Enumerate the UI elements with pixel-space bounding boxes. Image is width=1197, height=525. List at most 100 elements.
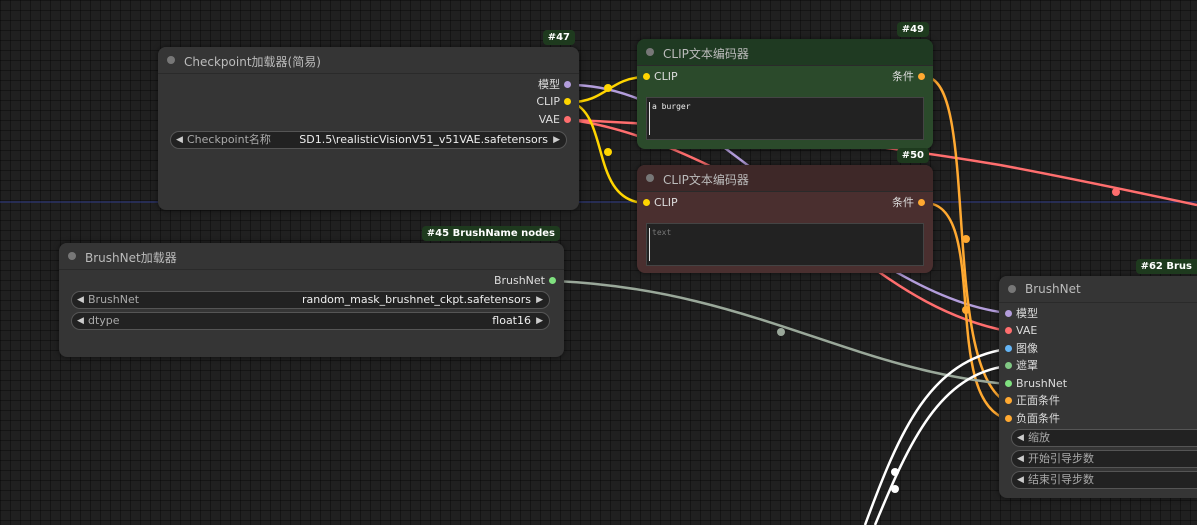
slot-label: 模型 xyxy=(538,78,560,91)
output-slot-model[interactable]: 模型 xyxy=(538,78,571,92)
slot-label: CLIP xyxy=(654,196,678,209)
node-title: BrushNet加载器 xyxy=(85,251,177,265)
arrow-left-icon[interactable]: ◀ xyxy=(77,292,84,308)
link-image xyxy=(863,347,1008,525)
slot-dot-icon xyxy=(1005,414,1012,422)
clip-text-encode-negative-node[interactable]: #50 CLIP文本编码器 CLIP 条件 text xyxy=(637,148,933,273)
node-title-bar[interactable]: CLIP文本编码器 xyxy=(637,39,933,66)
link-clip-midpoint-1 xyxy=(604,84,612,92)
prompt-textarea[interactable]: a burger xyxy=(646,97,924,140)
widget-label: 开始引导步数 xyxy=(1028,452,1094,465)
input-slot-image[interactable]: 图像 xyxy=(1005,342,1038,356)
end-step-widget[interactable]: ◀ 结束引导步数 xyxy=(1011,471,1197,489)
slot-dot-icon xyxy=(564,115,571,123)
collapse-dot-icon[interactable] xyxy=(167,56,175,64)
input-slot-clip[interactable]: CLIP xyxy=(643,70,678,84)
node-title: Checkpoint加载器(简易) xyxy=(184,55,321,69)
dtype-combo[interactable]: ◀ dtype float16 ▶ xyxy=(71,312,550,330)
node-title-bar[interactable]: BrushNet加载器 xyxy=(59,243,564,270)
widget-value: SD1.5\realisticVisionV51_v51VAE.safetens… xyxy=(299,133,548,146)
input-slot-positive[interactable]: 正面条件 xyxy=(1005,394,1060,408)
slot-dot-icon xyxy=(918,72,925,80)
link-clip-neg xyxy=(570,100,645,205)
slot-dot-icon xyxy=(564,97,571,105)
output-slot-conditioning[interactable]: 条件 xyxy=(892,196,925,210)
node-id-badge: #45 BrushName nodes xyxy=(421,226,560,241)
node-title-bar[interactable]: Checkpoint加载器(简易) xyxy=(158,47,579,74)
widget-label: dtype xyxy=(88,314,120,327)
node-id-badge: #50 xyxy=(896,148,929,163)
prompt-text: a burger xyxy=(652,102,691,111)
checkpoint-loader-node[interactable]: #47 Checkpoint加载器(简易) 模型 CLIP VAE ◀ Chec… xyxy=(158,30,579,210)
prompt-textarea[interactable]: text xyxy=(646,223,924,266)
output-slot-conditioning[interactable]: 条件 xyxy=(892,70,925,84)
start-step-widget[interactable]: ◀ 开始引导步数 xyxy=(1011,450,1197,468)
output-slot-clip[interactable]: CLIP xyxy=(536,95,571,109)
node-id-badge: #49 xyxy=(896,22,929,37)
slot-dot-icon xyxy=(643,198,650,206)
input-slot-brushnet[interactable]: BrushNet xyxy=(1005,377,1067,391)
link-clip-midpoint-2 xyxy=(604,148,612,156)
input-slot-model[interactable]: 模型 xyxy=(1005,307,1038,321)
node-id-badge: #62 Brus xyxy=(1135,259,1197,274)
collapse-dot-icon[interactable] xyxy=(646,48,654,56)
text-caret xyxy=(649,228,650,261)
slot-dot-icon xyxy=(643,72,650,80)
collapse-dot-icon[interactable] xyxy=(68,252,76,260)
arrow-left-icon[interactable]: ◀ xyxy=(1017,451,1024,467)
slot-label: 条件 xyxy=(892,196,914,209)
link-brushnet xyxy=(555,279,1008,386)
scale-widget[interactable]: ◀ 缩放 xyxy=(1011,429,1197,447)
slot-label: 条件 xyxy=(892,70,914,83)
slot-dot-icon xyxy=(1005,396,1012,404)
node-title: BrushNet xyxy=(1025,282,1081,296)
link-positive xyxy=(924,75,1008,404)
node-title-bar[interactable]: CLIP文本编码器 xyxy=(637,165,933,192)
input-slot-negative[interactable]: 负面条件 xyxy=(1005,412,1060,426)
input-slot-clip[interactable]: CLIP xyxy=(643,196,678,210)
slot-dot-icon xyxy=(1005,379,1012,387)
collapse-dot-icon[interactable] xyxy=(1008,285,1016,293)
slot-label: VAE xyxy=(538,113,560,126)
brushnet-loader-node[interactable]: #45 BrushName nodes BrushNet加载器 BrushNet… xyxy=(59,226,564,357)
arrow-left-icon[interactable]: ◀ xyxy=(176,132,183,148)
slot-label: 图像 xyxy=(1016,342,1038,355)
link-cond-midpoint-1 xyxy=(962,235,970,243)
widget-label: 结束引导步数 xyxy=(1028,473,1094,486)
slot-dot-icon xyxy=(1005,344,1012,352)
brushnet-node[interactable]: #62 Brus BrushNet 模型 VAE 图像 遮罩 BrushNet … xyxy=(999,259,1197,498)
collapse-dot-icon[interactable] xyxy=(646,174,654,182)
text-caret xyxy=(649,102,650,135)
arrow-left-icon[interactable]: ◀ xyxy=(1017,430,1024,446)
output-slot-vae[interactable]: VAE xyxy=(539,113,571,127)
slot-dot-icon xyxy=(918,198,925,206)
link-brushnet-midpoint xyxy=(777,328,785,336)
slot-dot-icon xyxy=(1005,361,1012,369)
link-clip-pos xyxy=(570,75,645,104)
link-vae-midpoint xyxy=(1112,188,1120,196)
slot-label: 模型 xyxy=(1016,307,1038,320)
slot-label: 负面条件 xyxy=(1016,412,1060,425)
arrow-left-icon[interactable]: ◀ xyxy=(77,313,84,329)
checkpoint-name-combo[interactable]: ◀ Checkpoint名称 SD1.5\realisticVisionV51_… xyxy=(170,131,567,149)
input-slot-vae[interactable]: VAE xyxy=(1005,324,1037,338)
brushnet-model-combo[interactable]: ◀ BrushNet random_mask_brushnet_ckpt.saf… xyxy=(71,291,550,309)
input-slot-mask[interactable]: 遮罩 xyxy=(1005,359,1038,373)
widget-label: BrushNet xyxy=(88,293,140,306)
link-mask-midpoint xyxy=(891,485,899,493)
node-title-bar[interactable]: BrushNet xyxy=(999,276,1197,303)
node-title: CLIP文本编码器 xyxy=(663,47,749,61)
prompt-placeholder: text xyxy=(652,228,672,237)
widget-value: float16 xyxy=(492,314,531,327)
arrow-right-icon[interactable]: ▶ xyxy=(536,313,543,329)
slot-label: 遮罩 xyxy=(1016,359,1038,372)
arrow-right-icon[interactable]: ▶ xyxy=(536,292,543,308)
slot-dot-icon xyxy=(1005,309,1012,317)
arrow-right-icon[interactable]: ▶ xyxy=(553,132,560,148)
clip-text-encode-positive-node[interactable]: #49 CLIP文本编码器 CLIP 条件 a burger xyxy=(637,22,933,149)
slot-dot-icon xyxy=(1005,326,1012,334)
output-slot-brushnet[interactable]: BrushNet xyxy=(494,274,556,288)
slot-dot-icon xyxy=(549,276,556,284)
arrow-left-icon[interactable]: ◀ xyxy=(1017,472,1024,488)
slot-label: VAE xyxy=(1016,324,1038,337)
